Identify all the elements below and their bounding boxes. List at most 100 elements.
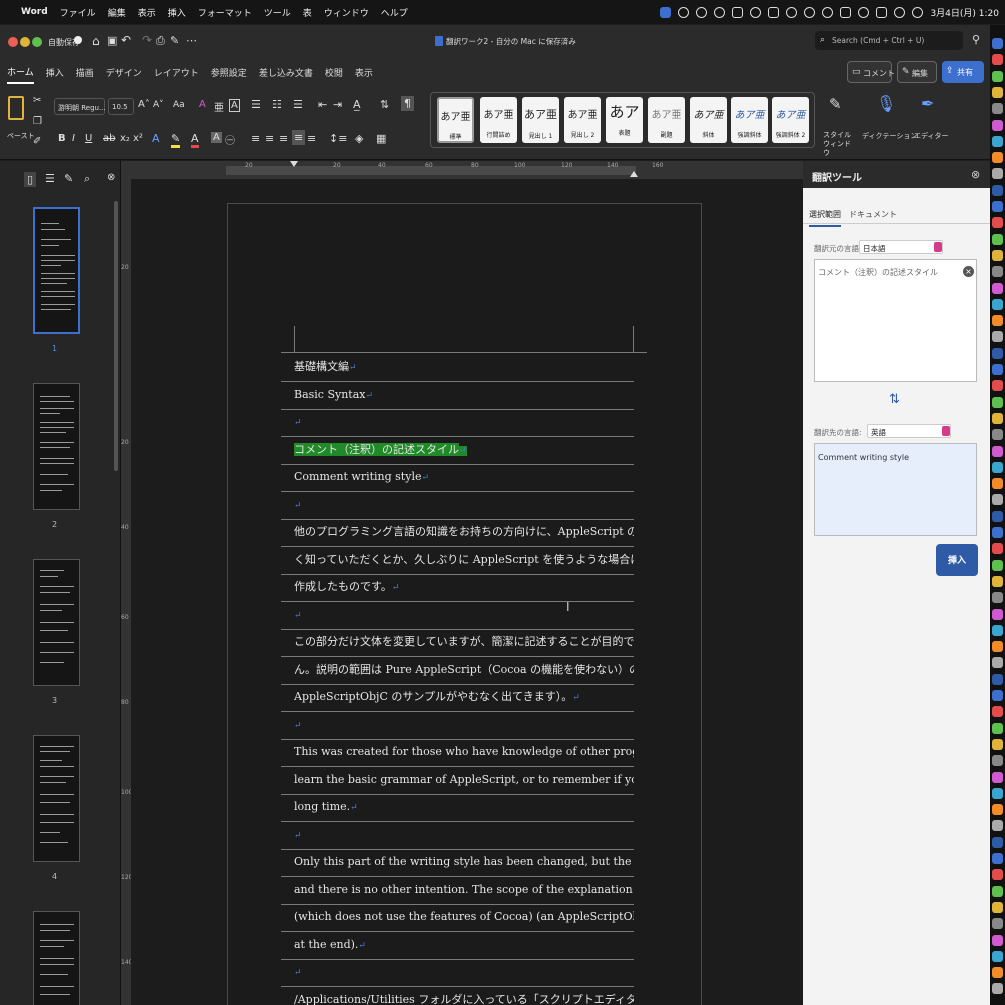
pen-status-icon[interactable] [714,6,726,18]
menu-insert[interactable]: 挿入 [168,6,186,19]
dock-app-icon[interactable] [992,217,1003,229]
document-line[interactable]: (which does not use the features of Coco… [294,910,634,924]
control-center-icon[interactable] [876,6,888,18]
menu-view[interactable]: 表示 [138,6,156,19]
page-thumbnail[interactable] [33,559,80,686]
document-line[interactable]: ↵ [294,965,634,980]
tab-insert[interactable]: 挿入 [46,62,64,83]
increase-indent-icon[interactable]: ⇥ [333,98,342,111]
dock-app-icon[interactable] [992,787,1003,799]
dock-app-icon[interactable] [992,184,1003,196]
editor-label[interactable]: エディター [914,131,949,141]
style-emphasis[interactable]: あア亜 斜体 [690,97,727,143]
align-left-icon[interactable]: ≡ [251,132,260,145]
dock-app-icon[interactable] [992,771,1003,783]
document-line[interactable]: ↵ [294,828,634,843]
bluetooth-icon[interactable] [804,6,816,18]
display-icon[interactable] [732,6,744,18]
subscript-button[interactable]: x₂ [120,133,130,144]
battery-icon[interactable] [768,6,780,18]
style-no-spacing[interactable]: あア亜 行間詰め [480,97,517,143]
dock-app-icon[interactable] [992,543,1003,555]
source-language-select[interactable]: 日本語 [859,240,943,254]
dock-app-icon[interactable] [992,853,1003,864]
cut-icon[interactable]: ✂ [33,95,41,106]
dock-app-icon[interactable] [992,934,1003,946]
asian-layout-icon[interactable]: A̲ [353,98,361,111]
borders-icon[interactable]: ▦ [376,132,386,145]
document-line[interactable]: ↵ [294,415,634,430]
microphone-icon[interactable]: 🎙 [876,94,896,113]
shading-icon[interactable]: ◈ [355,132,363,145]
dock-app-icon[interactable] [992,461,1003,473]
style-heading-1[interactable]: あア亜 見出し 1 [522,97,559,143]
dock-app-icon[interactable] [992,282,1003,294]
dock-app-icon[interactable] [992,559,1003,571]
document-line[interactable]: long time.↵ [294,800,634,815]
dock-app-icon[interactable] [992,527,1003,538]
document-title[interactable]: 翻訳ワーク2 - 自分の Mac に保存済み [446,36,576,47]
highlight-icon[interactable]: ✎ [171,132,181,148]
dock-app-icon[interactable] [992,201,1003,212]
document-line[interactable]: Basic Syntax↵ [294,388,634,403]
sync-icon[interactable] [696,6,708,18]
redo-icon[interactable]: ↷ [142,33,152,47]
change-case-icon[interactable]: Aa [173,100,185,110]
bold-button[interactable]: B [58,133,66,144]
dock-app-icon[interactable] [992,86,1003,98]
lightning-icon[interactable] [678,6,690,18]
autosave-toggle[interactable] [74,36,82,44]
font-size-select[interactable]: 10.5 [108,98,134,115]
document-line[interactable]: コメント（注釈）の記述スタイル↵ [294,442,634,458]
document-line[interactable]: 他のプログラミング言語の知識をお持ちの方向けに、AppleScript の基礎文… [294,525,634,539]
style-window-icon[interactable]: ✎ [829,95,842,113]
underline-button[interactable]: U [85,133,92,144]
document-line[interactable]: ↵ [294,608,634,623]
tab-view[interactable]: 表示 [355,62,373,83]
dock-app-icon[interactable] [992,135,1003,147]
dock-app-icon[interactable] [992,901,1003,913]
menu-format[interactable]: フォーマット [198,6,252,19]
target-text-area[interactable]: Comment writing style [814,443,977,536]
vertical-ruler[interactable]: 20 20 40 60 80 100 120 140 [121,179,132,1005]
multilevel-list-icon[interactable]: ☰ [293,98,303,111]
menu-edit[interactable]: 編集 [108,6,126,19]
dock-app-icon[interactable] [992,347,1003,359]
dock-app-icon[interactable] [992,918,1003,930]
dock-app-icon[interactable] [992,494,1003,506]
dock-app-icon[interactable] [992,364,1003,375]
italic-button[interactable]: I [72,133,75,144]
strikethrough-button[interactable]: ab [103,133,115,144]
dock-app-icon[interactable] [992,657,1003,669]
document-line[interactable]: ↵ [294,498,634,513]
pane-scrollbar[interactable] [114,201,118,471]
pdf-status-icon[interactable] [660,6,672,18]
tab-references[interactable]: 参照設定 [211,62,247,83]
style-subtitle[interactable]: あア亜 副題 [648,97,685,143]
style-window-label[interactable]: スタイル ウィンドウ [823,131,855,158]
copy-icon[interactable]: ❐ [33,116,42,127]
menu-word[interactable]: Word [21,7,48,17]
dock-app-icon[interactable] [992,983,1003,995]
dock-app-icon[interactable] [992,722,1003,734]
style-intense-emphasis[interactable]: あア亜 強調斜体 [731,97,768,143]
input-source-icon[interactable] [840,6,852,18]
tab-home[interactable]: ホーム [7,61,34,84]
dock-app-icon[interactable] [992,624,1003,636]
dock-app-icon[interactable] [992,690,1003,701]
document-line[interactable]: Only this part of the writing style has … [294,855,634,869]
siri-icon[interactable] [894,6,906,18]
dock-app-icon[interactable] [992,967,1003,979]
show-marks-icon[interactable]: ¶ [401,96,414,111]
decrease-indent-icon[interactable]: ⇤ [318,98,327,111]
print-icon[interactable]: ⎙ [156,34,165,48]
shrink-font-icon[interactable]: A˅ [153,100,164,110]
dock-app-icon[interactable] [992,478,1003,490]
share-button[interactable]: ⇪ 共有 [942,61,984,83]
share-people-icon[interactable]: ⚲ [972,33,980,46]
bullets-icon[interactable]: ☰ [251,98,261,111]
dictation-label[interactable]: ディクテーション [862,131,917,141]
edit-mode-button[interactable]: ✎ 編集 [897,61,937,83]
dock-app-icon[interactable] [992,510,1003,522]
dock-app-icon[interactable] [992,315,1003,327]
